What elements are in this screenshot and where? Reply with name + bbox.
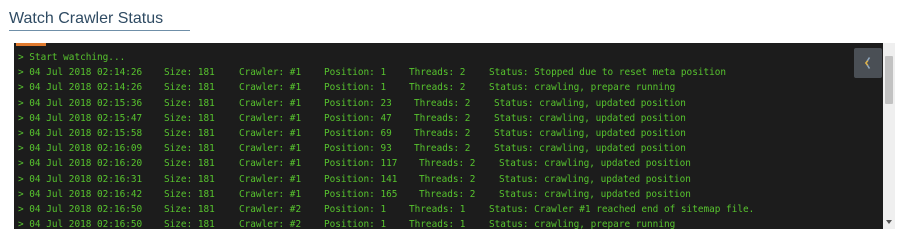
log-position: Position: 23 xyxy=(324,97,392,109)
log-position: Position: 47 xyxy=(324,112,392,124)
log-timestamp: > 04 Jul 2018 02:16:42 xyxy=(18,188,143,200)
vertical-scrollbar[interactable] xyxy=(883,43,895,229)
log-size: Size: 181 xyxy=(164,219,215,229)
log-timestamp: > 04 Jul 2018 02:14:26 xyxy=(18,67,143,79)
log-size: Size: 181 xyxy=(164,97,215,109)
log-position: Position: 1 xyxy=(324,67,387,79)
log-timestamp: > 04 Jul 2018 02:16:50 xyxy=(18,203,143,215)
log-size: Size: 181 xyxy=(164,188,215,200)
log-crawler: Crawler: #1 xyxy=(239,67,302,79)
log-threads: Threads: 2 xyxy=(414,97,471,109)
log-line: > 04 Jul 2018 02:14:26 Size: 181 Crawler… xyxy=(18,80,864,95)
log-status: Status: crawling, prepare running xyxy=(489,82,676,94)
log-crawler: Crawler: #1 xyxy=(239,143,302,155)
log-position: Position: 1 xyxy=(324,219,387,229)
log-threads: Threads: 2 xyxy=(409,82,466,94)
log-threads: Threads: 2 xyxy=(409,67,466,79)
log-status: Status: crawling, updated position xyxy=(499,173,691,185)
log-position: Position: 165 xyxy=(324,188,398,200)
log-timestamp: > 04 Jul 2018 02:15:47 xyxy=(18,112,143,124)
log-line: > 04 Jul 2018 02:14:26 Size: 181 Crawler… xyxy=(18,65,864,80)
log-status: Status: crawling, prepare running xyxy=(489,219,676,229)
log-line: > 04 Jul 2018 02:16:50 Size: 181 Crawler… xyxy=(18,217,864,229)
log-status: Status: crawling, updated position xyxy=(494,127,686,139)
log-threads: Threads: 2 xyxy=(414,127,471,139)
log-status: Status: crawling, updated position xyxy=(499,158,691,170)
log-status: Status: Crawler #1 reached end of sitema… xyxy=(489,203,755,215)
log-start-text: > Start watching... xyxy=(18,52,126,63)
log-status: Status: crawling, updated position xyxy=(494,143,686,155)
log-lines: > Start watching... > 04 Jul 2018 02:14:… xyxy=(18,50,864,229)
log-status: Status: crawling, updated position xyxy=(494,112,686,124)
fullscreen-toggle-button[interactable] xyxy=(854,48,882,78)
log-position: Position: 141 xyxy=(324,173,398,185)
log-timestamp: > 04 Jul 2018 02:16:31 xyxy=(18,173,143,185)
log-position: Position: 1 xyxy=(324,82,387,94)
log-threads: Threads: 1 xyxy=(409,203,466,215)
console-accent-bar xyxy=(16,43,46,46)
log-crawler: Crawler: #2 xyxy=(239,203,302,215)
scrollbar-thumb[interactable] xyxy=(885,56,893,104)
log-crawler: Crawler: #1 xyxy=(239,82,302,94)
log-threads: Threads: 2 xyxy=(414,112,471,124)
log-line: > 04 Jul 2018 02:16:20 Size: 181 Crawler… xyxy=(18,156,864,171)
log-line: > 04 Jul 2018 02:16:09 Size: 181 Crawler… xyxy=(18,141,864,156)
log-crawler: Crawler: #1 xyxy=(239,112,302,124)
log-line: > 04 Jul 2018 02:15:47 Size: 181 Crawler… xyxy=(18,111,864,126)
log-line: > 04 Jul 2018 02:16:50 Size: 181 Crawler… xyxy=(18,202,864,217)
log-size: Size: 181 xyxy=(164,127,215,139)
log-crawler: Crawler: #1 xyxy=(239,97,302,109)
log-status: Status: crawling, updated position xyxy=(499,188,691,200)
log-position: Position: 1 xyxy=(324,203,387,215)
log-crawler: Crawler: #1 xyxy=(239,188,302,200)
log-line: > Start watching... xyxy=(18,50,864,65)
log-timestamp: > 04 Jul 2018 02:15:58 xyxy=(18,127,143,139)
title-underline xyxy=(9,30,190,31)
log-line: > 04 Jul 2018 02:15:58 Size: 181 Crawler… xyxy=(18,126,864,141)
page-title: Watch Crawler Status xyxy=(9,10,164,27)
scroll-down-arrow-icon[interactable] xyxy=(886,220,892,224)
log-threads: Threads: 1 xyxy=(409,219,466,229)
log-timestamp: > 04 Jul 2018 02:16:09 xyxy=(18,143,143,155)
log-size: Size: 181 xyxy=(164,143,215,155)
log-crawler: Crawler: #1 xyxy=(239,127,302,139)
log-threads: Threads: 2 xyxy=(419,173,476,185)
log-timestamp: > 04 Jul 2018 02:16:20 xyxy=(18,158,143,170)
log-timestamp: > 04 Jul 2018 02:14:26 xyxy=(18,82,143,94)
log-crawler: Crawler: #2 xyxy=(239,219,302,229)
log-position: Position: 117 xyxy=(324,158,398,170)
log-line: > 04 Jul 2018 02:16:42 Size: 181 Crawler… xyxy=(18,187,864,202)
log-size: Size: 181 xyxy=(164,173,215,185)
log-status: Status: Stopped due to reset meta positi… xyxy=(489,67,727,79)
log-size: Size: 181 xyxy=(164,158,215,170)
expand-arrows-icon xyxy=(864,57,871,69)
log-position: Position: 93 xyxy=(324,143,392,155)
log-threads: Threads: 2 xyxy=(419,188,476,200)
log-size: Size: 181 xyxy=(164,112,215,124)
crawler-log-console[interactable]: > Start watching... > 04 Jul 2018 02:14:… xyxy=(14,43,895,229)
log-threads: Threads: 2 xyxy=(414,143,471,155)
log-line: > 04 Jul 2018 02:16:31 Size: 181 Crawler… xyxy=(18,172,864,187)
log-timestamp: > 04 Jul 2018 02:15:36 xyxy=(18,97,143,109)
log-threads: Threads: 2 xyxy=(419,158,476,170)
log-crawler: Crawler: #1 xyxy=(239,173,302,185)
log-status: Status: crawling, updated position xyxy=(494,97,686,109)
log-size: Size: 181 xyxy=(164,67,215,79)
log-position: Position: 69 xyxy=(324,127,392,139)
log-timestamp: > 04 Jul 2018 02:16:50 xyxy=(18,219,143,229)
log-line: > 04 Jul 2018 02:15:36 Size: 181 Crawler… xyxy=(18,96,864,111)
log-crawler: Crawler: #1 xyxy=(239,158,302,170)
log-size: Size: 181 xyxy=(164,203,215,215)
log-size: Size: 181 xyxy=(164,82,215,94)
